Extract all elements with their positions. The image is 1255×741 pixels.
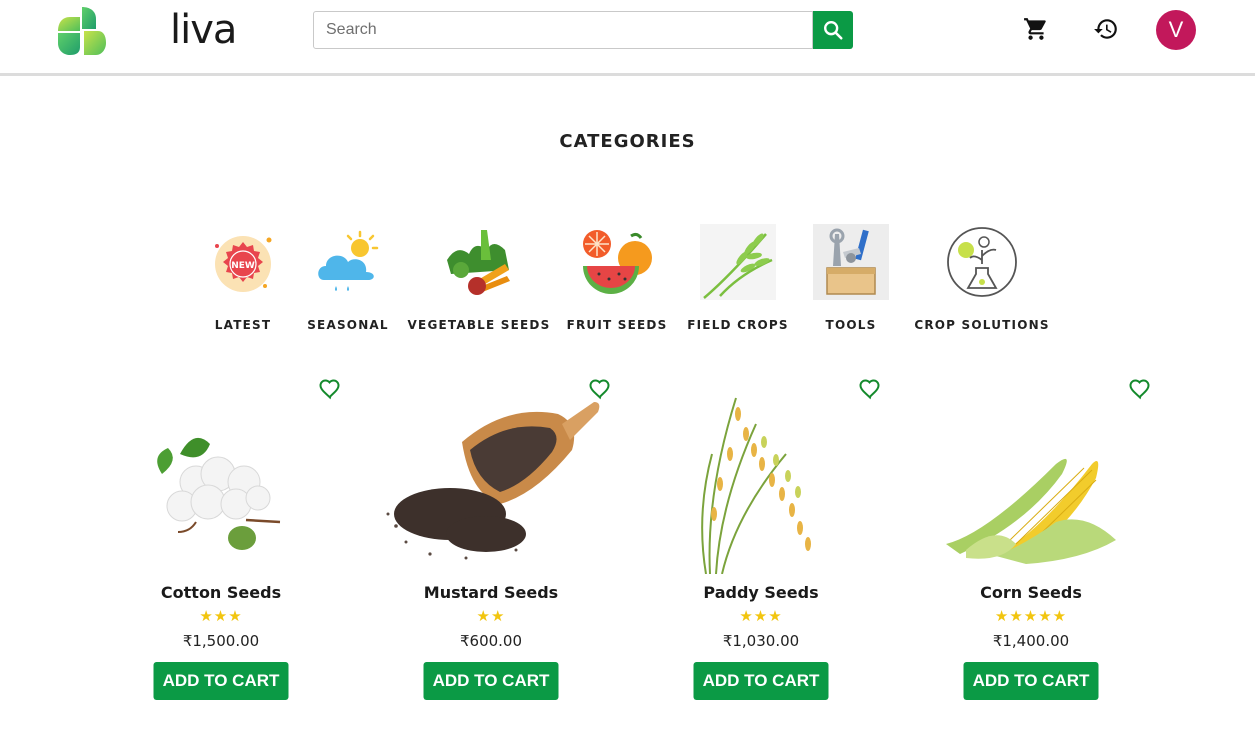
category-latest[interactable]: NEW LATEST: [205, 224, 281, 332]
search-input[interactable]: [313, 11, 813, 49]
corn-image: [946, 458, 1116, 564]
logo[interactable]: liva: [56, 5, 237, 57]
product-name: Cotton Seeds: [160, 583, 282, 602]
category-label: LATEST: [214, 318, 272, 332]
category-label: TOOLS: [825, 318, 877, 332]
category-fruit-seeds[interactable]: FRUIT SEEDS: [567, 224, 666, 332]
top-header: liva V: [0, 0, 1255, 76]
product-card-cotton: Cotton Seeds ★★★ ₹1,500.00 ADD TO CART: [96, 372, 346, 712]
history-button[interactable]: [1093, 16, 1119, 42]
category-crop-solutions[interactable]: CROP SOLUTIONS: [914, 224, 1048, 332]
product-price: ₹1,400.00: [992, 632, 1070, 650]
search-button[interactable]: [813, 11, 853, 49]
new-badge-icon: NEW: [215, 236, 272, 292]
plant-flask-icon: [947, 227, 1017, 297]
rating-stars: ★★★: [199, 607, 243, 625]
paddy-image: [701, 397, 811, 574]
category-vegetable-seeds[interactable]: VEGETABLE SEEDS: [408, 224, 549, 332]
vegetables-icon: [447, 230, 510, 295]
product-name: Mustard Seeds: [423, 583, 559, 602]
add-to-cart-button[interactable]: ADD TO CART: [963, 662, 1099, 700]
search-icon: [824, 21, 843, 40]
product-card-mustard: Mustard Seeds ★★ ₹600.00 ADD TO CART: [366, 372, 616, 712]
logo-mark-icon: [58, 7, 106, 55]
add-to-cart-button[interactable]: ADD TO CART: [153, 662, 289, 700]
category-label: FRUIT SEEDS: [566, 318, 668, 332]
add-to-cart-button[interactable]: ADD TO CART: [693, 662, 829, 700]
category-label: FIELD CROPS: [687, 318, 789, 332]
history-icon: [1094, 19, 1117, 39]
product-name: Corn Seeds: [980, 583, 1082, 602]
cotton-image: [157, 437, 281, 550]
logo-text: liva: [170, 7, 237, 53]
product-name: Paddy Seeds: [703, 583, 819, 602]
cart-icon: [1024, 18, 1046, 40]
category-label: VEGETABLE SEEDS: [407, 318, 551, 332]
category-label: CROP SOLUTIONS: [914, 318, 1050, 332]
toolbox-icon: [813, 224, 889, 300]
wheat-icon: [700, 224, 776, 300]
category-tools[interactable]: TOOLS: [813, 224, 889, 332]
fruits-icon: [583, 230, 652, 294]
product-card-paddy: Paddy Seeds ★★★ ₹1,030.00 ADD TO CART: [636, 372, 886, 712]
product-price: ₹1,030.00: [722, 632, 800, 650]
search-bar: [313, 11, 853, 49]
product-price: ₹600.00: [459, 632, 523, 650]
add-to-cart-button[interactable]: ADD TO CART: [423, 662, 559, 700]
product-card-corn: Corn Seeds ★★★★★ ₹1,400.00 ADD TO CART: [906, 372, 1156, 712]
cart-button[interactable]: [1023, 16, 1049, 42]
svg-text:NEW: NEW: [231, 261, 255, 271]
rating-stars: ★★: [476, 607, 506, 625]
category-seasonal[interactable]: SEASONAL: [307, 224, 388, 332]
rating-stars: ★★★★★: [994, 607, 1068, 625]
categories-title: CATEGORIES: [559, 131, 696, 152]
rating-stars: ★★★: [739, 607, 783, 625]
category-label: SEASONAL: [307, 318, 389, 332]
weather-icon: [318, 230, 379, 291]
product-price: ₹1,500.00: [182, 632, 260, 650]
category-field-crops[interactable]: FIELD CROPS: [687, 224, 788, 332]
mustard-image: [386, 402, 600, 560]
avatar[interactable]: V: [1156, 10, 1196, 50]
